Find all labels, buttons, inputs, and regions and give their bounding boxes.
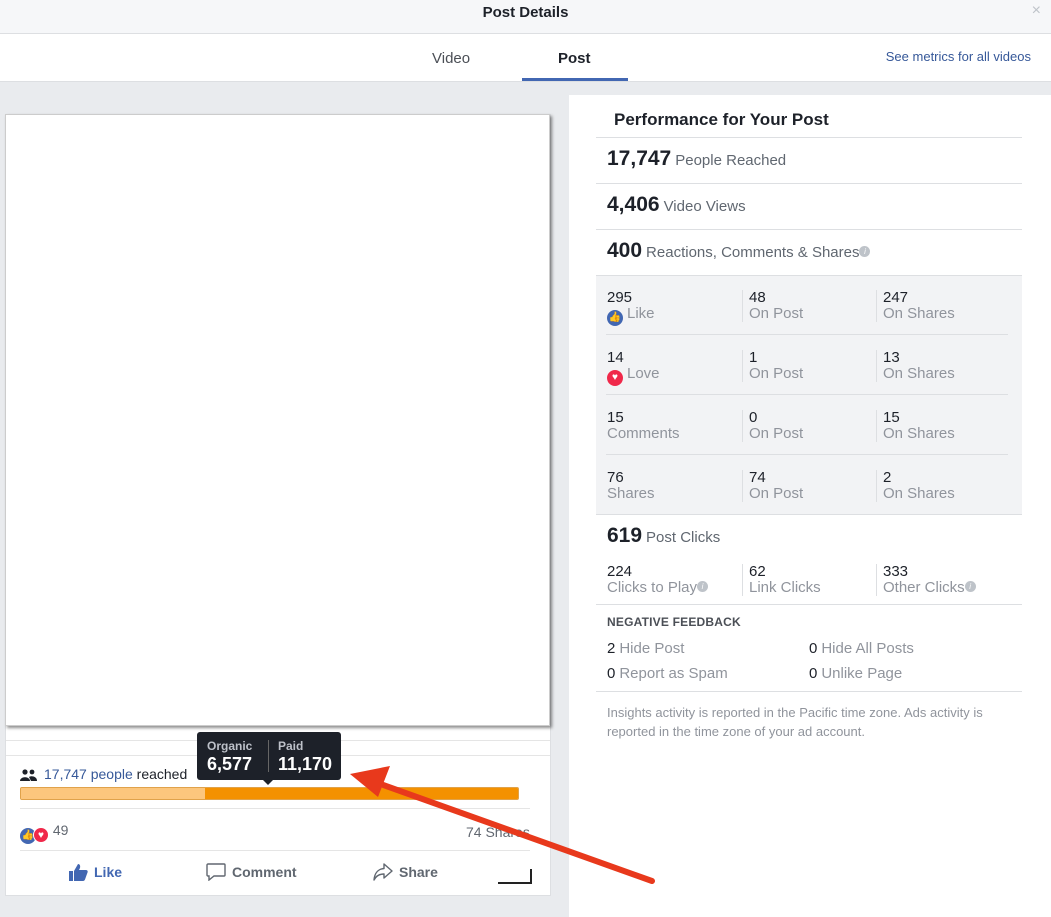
- hide-post-metric: 2 Hide Post: [607, 640, 685, 657]
- reach-summary: 17,747 people reached: [20, 766, 187, 782]
- people-reached-metric: 17,747 People Reached: [607, 147, 787, 170]
- love-reaction-icon: ♥: [33, 827, 49, 843]
- shares-on-shares: 2 On Shares: [876, 470, 955, 502]
- share-icon: [373, 863, 393, 881]
- link-clicks: 62 Link Clicks: [742, 564, 821, 596]
- like-icon: 👍: [607, 310, 623, 326]
- paid-reach-fill: [204, 788, 518, 799]
- love-on-post: 1 On Post: [742, 350, 803, 382]
- comment-button[interactable]: Comment: [206, 863, 297, 882]
- tab-post[interactable]: Post: [558, 50, 591, 67]
- engagement-metric: 400 Reactions, Comments & Shares i: [607, 239, 871, 263]
- panel-title: Performance for Your Post: [614, 110, 829, 129]
- shares-on-post: 74 On Post: [742, 470, 803, 502]
- tab-bar: Video Post See metrics for all videos: [0, 34, 1051, 82]
- corner-mark: [498, 869, 532, 884]
- other-clicks: 333 Other Clicks i: [876, 564, 976, 596]
- organic-value: 6,577: [207, 754, 253, 774]
- info-icon[interactable]: i: [859, 246, 871, 257]
- unlike-page-metric: 0 Unlike Page: [809, 665, 903, 682]
- info-icon[interactable]: i: [697, 581, 709, 592]
- comments-on-shares: 15 On Shares: [876, 410, 955, 442]
- reactions-summary[interactable]: 👍 ♥ 49: [20, 822, 68, 844]
- love-total: 14 ♥ Love: [607, 350, 660, 386]
- organic-label: Organic: [207, 739, 253, 753]
- reached-label: reached: [132, 766, 188, 782]
- likes-total: 295 👍 Like: [607, 290, 655, 326]
- timezone-footnote: Insights activity is reported in the Pac…: [607, 705, 983, 739]
- see-all-videos-link[interactable]: See metrics for all videos: [886, 49, 1031, 64]
- active-tab-indicator: [522, 78, 628, 81]
- comments-total: 15 Comments: [607, 409, 680, 442]
- people-icon: [20, 769, 37, 782]
- share-button[interactable]: Share: [373, 863, 438, 881]
- likes-on-post: 48 On Post: [742, 290, 803, 322]
- close-icon[interactable]: ×: [1032, 2, 1041, 20]
- heart-icon: ♥: [607, 370, 623, 386]
- likes-on-shares: 247 On Shares: [876, 290, 955, 322]
- reach-tooltip: Organic 6,577 Paid 11,170: [197, 732, 341, 785]
- paid-label: Paid: [278, 739, 304, 753]
- thumbs-up-icon: [69, 864, 88, 881]
- love-on-shares: 13 On Shares: [876, 350, 955, 382]
- dialog-title: Post Details: [482, 4, 569, 21]
- negative-feedback-title: NEGATIVE FEEDBACK: [607, 615, 741, 629]
- like-button[interactable]: Like: [68, 863, 122, 881]
- hide-all-posts-metric: 0 Hide All Posts: [809, 640, 914, 657]
- reactions-count: 49: [52, 822, 69, 838]
- people-reached-link[interactable]: 17,747 people: [44, 766, 133, 782]
- tab-video[interactable]: Video: [432, 50, 470, 67]
- performance-panel: Performance for Your Post 17,747 People R…: [569, 95, 1051, 917]
- shares-count[interactable]: 74 Shares: [466, 824, 530, 840]
- reach-bar[interactable]: [20, 787, 519, 800]
- clicks-to-play: 224 Clicks to Play i: [607, 564, 709, 596]
- info-icon[interactable]: i: [964, 581, 976, 592]
- dialog-header: Post Details ×: [0, 0, 1051, 34]
- organic-reach-fill: [21, 788, 205, 799]
- divider: [20, 808, 530, 809]
- paid-value: 11,170: [278, 754, 333, 774]
- post-clicks-metric: 619 Post Clicks: [607, 524, 721, 547]
- engagement-breakdown: [596, 276, 1022, 514]
- post-actions: Like Comment Share: [20, 850, 530, 890]
- video-views-metric: 4,406 Video Views: [607, 193, 746, 216]
- comment-icon: [206, 863, 226, 882]
- report-spam-metric: 0 Report as Spam: [607, 665, 728, 682]
- comments-on-post: 0 On Post: [742, 410, 803, 442]
- video-player[interactable]: [5, 114, 550, 726]
- shares-total: 76 Shares: [607, 469, 655, 502]
